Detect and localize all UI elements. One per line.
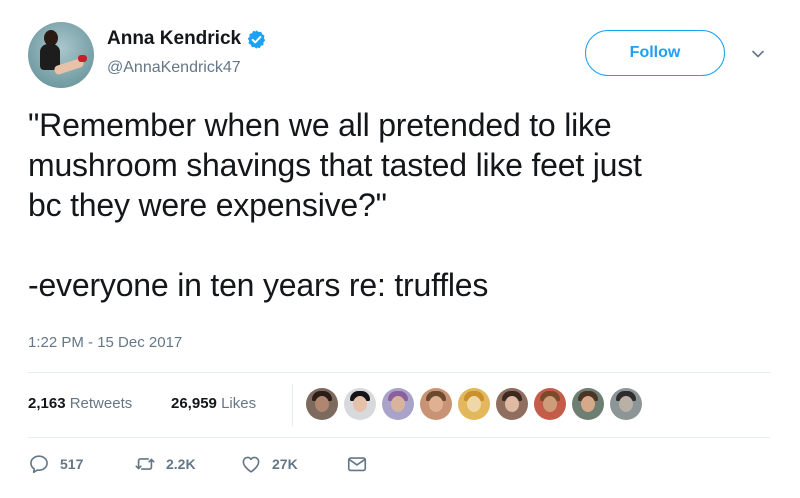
display-name[interactable]: Anna Kendrick [107, 28, 241, 50]
liker-avatar-face [467, 396, 481, 412]
liker-avatar-face [353, 396, 367, 412]
retweets-count: 2,163 [28, 395, 66, 412]
liker-avatar[interactable] [344, 388, 376, 420]
reply-button[interactable]: 517 [28, 453, 83, 475]
heart-icon [242, 456, 260, 473]
tweet-timestamp[interactable]: 1:22 PM - 15 Dec 2017 [28, 334, 182, 351]
liker-avatar-face [391, 396, 405, 412]
avatar-figure-shoe [78, 55, 87, 62]
reply-icon [30, 455, 48, 474]
like-button[interactable]: 27K [240, 453, 298, 475]
verified-badge-icon [247, 29, 266, 49]
liker-avatar[interactable] [458, 388, 490, 420]
direct-message-button[interactable] [346, 453, 368, 475]
liker-avatar[interactable] [420, 388, 452, 420]
divider [28, 437, 770, 438]
user-handle[interactable]: @AnnaKendrick47 [107, 59, 241, 77]
retweets-stat[interactable]: 2,163 Retweets [28, 395, 132, 412]
likes-stat[interactable]: 26,959 Likes [171, 395, 256, 412]
liker-avatar-face [429, 396, 443, 412]
chevron-down-icon[interactable] [750, 46, 766, 62]
retweet-button[interactable]: 2.2K [134, 453, 196, 475]
liker-avatar[interactable] [382, 388, 414, 420]
liker-avatar[interactable] [572, 388, 604, 420]
liker-avatar-face [505, 396, 519, 412]
tweet-stats: 2,163 Retweets 26,959 Likes [28, 384, 770, 426]
retweets-label: Retweets [69, 395, 133, 412]
tweet-text: "Remember when we all pretended to like … [28, 107, 642, 303]
stats-separator [292, 384, 293, 426]
liker-avatar[interactable] [610, 388, 642, 420]
liker-avatar[interactable] [534, 388, 566, 420]
liker-avatar-face [581, 396, 595, 412]
liker-avatar-face [315, 396, 329, 412]
reply-count: 517 [60, 456, 84, 472]
liker-avatar[interactable] [306, 388, 338, 420]
retweet-icon [135, 458, 155, 470]
like-count: 27K [272, 456, 298, 472]
divider [28, 372, 770, 373]
follow-button[interactable]: Follow [585, 30, 725, 76]
envelope-icon [347, 457, 367, 472]
tweet-actions: 517 2.2K 27K [28, 450, 428, 480]
name-row: Anna Kendrick [107, 28, 267, 50]
liker-avatars [306, 388, 648, 422]
tweet-card: Anna Kendrick @AnnaKendrick47 Follow "Re… [0, 0, 800, 498]
likes-count: 26,959 [171, 395, 217, 412]
liker-avatar[interactable] [496, 388, 528, 420]
liker-avatar-face [619, 396, 633, 412]
likes-label: Likes [221, 395, 257, 412]
avatar[interactable] [28, 22, 94, 88]
liker-avatar-face [543, 396, 557, 412]
retweet-count: 2.2K [166, 456, 196, 472]
tweet-header: Anna Kendrick @AnnaKendrick47 Follow [28, 22, 778, 92]
